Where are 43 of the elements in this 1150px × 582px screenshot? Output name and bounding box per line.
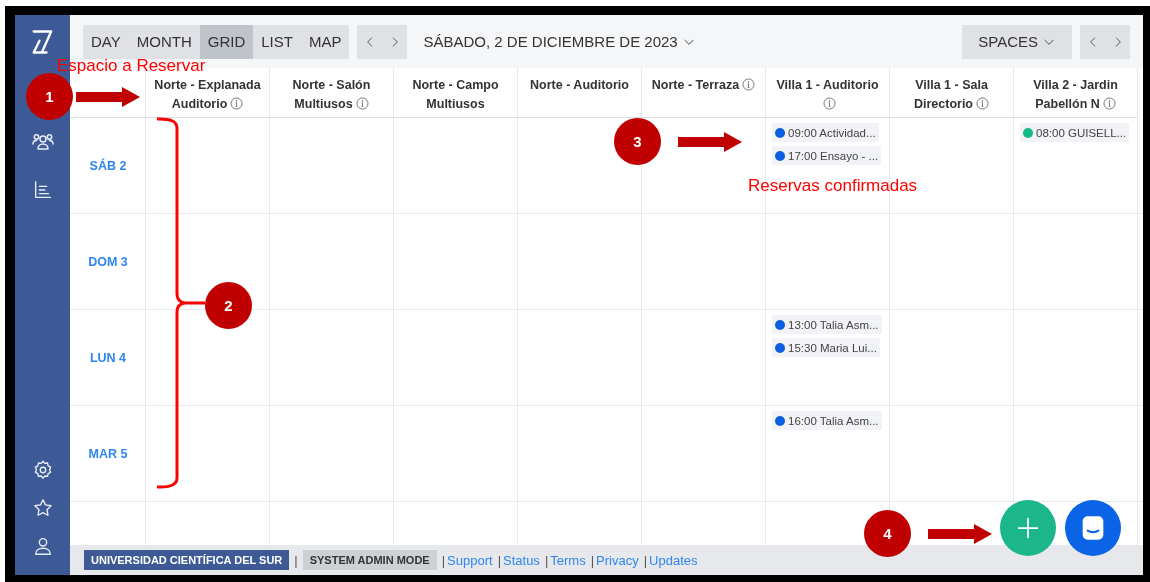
day-label[interactable]: LUN 4	[70, 310, 146, 406]
separator-text: |	[643, 552, 648, 568]
info-icon[interactable]	[976, 97, 989, 110]
column-header: Villa 1 - Auditorio	[766, 68, 890, 118]
separator-text: |	[590, 552, 595, 568]
separator-text: |	[294, 552, 298, 568]
day-label[interactable]: SÁB 2	[70, 118, 146, 214]
pointer-arrow	[678, 132, 742, 152]
day-label[interactable]: MAR 5	[70, 406, 146, 502]
booking-chip[interactable]: 13:00 Talia Asm...	[772, 315, 882, 334]
info-icon[interactable]	[355, 97, 369, 110]
info-icon[interactable]	[742, 78, 756, 91]
view-tab[interactable]: MONTH	[128, 24, 200, 59]
date-selector[interactable]: SÁBADO, 2 DE DICIEMBRE DE 2023	[419, 33, 700, 50]
spaces-dropdown[interactable]: SPACES	[962, 24, 1072, 59]
mode-tag: SYSTEM ADMIN MODE	[302, 550, 437, 570]
column-header: Villa 2 - Jardin Pabellón N	[1014, 68, 1138, 118]
view-tab[interactable]: MAP	[300, 24, 350, 59]
info-icon[interactable]	[230, 97, 244, 110]
day-label[interactable]: DOM 3	[70, 214, 146, 310]
pointer-arrow	[76, 87, 140, 107]
info-icon[interactable]	[1102, 97, 1116, 110]
star-icon	[31, 497, 54, 519]
column-header: Villa 1 - Sala Directorio	[890, 68, 1014, 118]
separator-text: |	[441, 552, 446, 568]
column-header: Norte - Salón Multiusos	[270, 68, 394, 118]
annotation-text: Reservas confirmadas	[748, 176, 918, 196]
column-header: Norte - Auditorio	[518, 68, 642, 118]
organization-tag: UNIVERSIDAD CIENTÍFICA DEL SUR	[84, 550, 290, 570]
booking-chip[interactable]: 17:00 Ensayo - ...	[772, 146, 882, 165]
pointer-arrow	[928, 524, 992, 544]
info-icon[interactable]	[822, 97, 836, 110]
separator-text: |	[497, 552, 501, 568]
booking-chip[interactable]: 16:00 Talia Asm...	[772, 411, 882, 430]
booking-chip[interactable]: 09:00 Actividad...	[772, 123, 879, 142]
column-header: Norte - Campo Multiusos	[394, 68, 518, 118]
booking-chip[interactable]: 15:30 Maria Lui...	[772, 338, 880, 357]
view-tab[interactable]: DAY	[83, 24, 129, 59]
column-header: Norte - Terraza	[642, 68, 766, 118]
separator-text: |	[544, 552, 549, 568]
view-tab[interactable]: LIST	[253, 24, 301, 59]
view-tab[interactable]: GRID	[199, 24, 254, 59]
booking-chip[interactable]: 08:00 GUISELL...	[1020, 123, 1130, 142]
